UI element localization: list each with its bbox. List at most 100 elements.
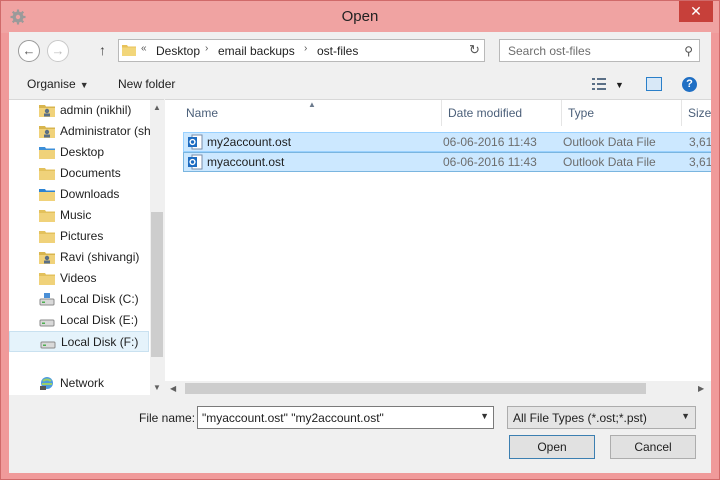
open-button[interactable]: Open: [509, 435, 595, 459]
organise-label: Organise: [27, 77, 76, 91]
file-name-value: "myaccount.ost" "my2account.ost": [202, 411, 384, 425]
drive-icon: [40, 335, 56, 350]
pictures-folder-icon: [39, 229, 55, 244]
breadcrumb-desktop[interactable]: Desktop: [156, 44, 200, 58]
refresh-icon[interactable]: ↻: [469, 42, 480, 58]
drive-icon: [39, 313, 55, 328]
view-options-icon[interactable]: [592, 78, 606, 90]
navigation-pane: Network Local Disk (F:) Local Disk (E:) Loc…: [9, 99, 164, 395]
title-bar[interactable]: Open ✕: [1, 1, 719, 33]
chevron-down-icon: ▼: [79, 80, 89, 90]
documents-folder-icon: [39, 166, 55, 181]
scrollbar-thumb[interactable]: [185, 383, 646, 394]
search-input[interactable]: Search ost-files ⚲: [499, 39, 700, 62]
user-folder-icon: [39, 103, 55, 118]
folder-icon: [122, 45, 136, 56]
file-name: my2account.ost: [207, 135, 292, 149]
desktop-folder-icon: [39, 145, 55, 160]
sidebar-item[interactable]: Desktop: [9, 142, 149, 163]
scroll-down-icon[interactable]: ▼: [153, 383, 161, 392]
sidebar-item[interactable]: Pictures: [9, 226, 149, 247]
organise-button[interactable]: Organise ▼: [27, 77, 89, 91]
sidebar-item-label: Downloads: [60, 187, 120, 201]
sidebar-item-label: Network: [60, 376, 105, 390]
videos-folder-icon: [39, 271, 55, 286]
user-folder-icon: [39, 250, 55, 265]
cancel-button[interactable]: Cancel: [610, 435, 696, 459]
chevron-down-icon: ▼: [681, 411, 690, 421]
sidebar-item-label: Local Disk (F:): [61, 335, 139, 349]
scroll-up-icon[interactable]: ▲: [153, 103, 161, 112]
search-icon[interactable]: ⚲: [684, 44, 693, 58]
back-button[interactable]: ←: [18, 40, 40, 62]
sort-ascending-icon: ▲: [308, 100, 316, 109]
sidebar-item-label: Local Disk (E:): [60, 313, 139, 327]
file-type-select[interactable]: All File Types (*.ost;*.pst) ▼: [507, 406, 696, 429]
sidebar-item-label: Videos: [60, 271, 97, 285]
search-placeholder: Search ost-files: [508, 44, 591, 58]
breadcrumb-ost-files[interactable]: ost-files: [317, 44, 358, 58]
breadcrumb-overflow[interactable]: «: [141, 43, 147, 54]
sidebar-item[interactable]: Local Disk (C:): [9, 289, 149, 310]
sidebar-item-label: Music: [60, 208, 92, 222]
scroll-left-icon[interactable]: ◀: [170, 384, 176, 393]
dialog-body: ← → ↑ « Desktop › email backups › ost-fi…: [9, 32, 711, 473]
file-date: 06-06-2016 11:43: [443, 135, 537, 149]
sidebar-item-label: Administrator (sh: [60, 124, 151, 138]
open-dialog: Open ✕ ← → ↑ « Desktop › email backups ›…: [0, 0, 720, 480]
sidebar-item-label: Local Disk (C:): [60, 292, 139, 306]
file-name-input[interactable]: "myaccount.ost" "my2account.ost" ▼: [197, 406, 494, 429]
network-icon: [39, 376, 55, 391]
new-folder-button[interactable]: New folder: [118, 77, 175, 91]
scrollbar-thumb[interactable]: [151, 212, 163, 357]
view-dropdown-icon[interactable]: ▼: [615, 80, 624, 90]
chevron-down-icon[interactable]: ▼: [480, 411, 489, 421]
close-button[interactable]: ✕: [679, 1, 713, 22]
window-title: Open: [341, 8, 379, 25]
help-icon[interactable]: ?: [682, 77, 697, 92]
horizontal-scrollbar[interactable]: ◀ ▶: [165, 381, 711, 395]
sidebar-item-label: Pictures: [60, 229, 104, 243]
scroll-right-icon[interactable]: ▶: [698, 384, 704, 393]
sidebar-item[interactable]: Documents: [9, 163, 149, 184]
sidebar-item[interactable]: Ravi (shivangi): [9, 247, 149, 268]
sidebar-item-label: Documents: [60, 166, 121, 180]
toolbar: Organise ▼ New folder ▼ ?: [9, 70, 711, 100]
column-header-size[interactable]: Size: [682, 100, 711, 126]
file-type-value: All File Types (*.ost;*.pst): [513, 411, 647, 425]
sidebar-item[interactable]: Downloads: [9, 184, 149, 205]
file-date: 06-06-2016 11:43: [443, 155, 537, 169]
sidebar-item[interactable]: Music: [9, 205, 149, 226]
breadcrumb-separator[interactable]: ›: [304, 43, 307, 54]
sidebar-item[interactable]: Videos: [9, 268, 149, 289]
sidebar-item[interactable]: Network: [9, 373, 149, 394]
file-list: Name ▲ Date modified Type Size my2accoun…: [165, 99, 711, 395]
downloads-folder-icon: [39, 187, 55, 202]
sidebar-item-label: admin (nikhil): [60, 103, 132, 117]
address-bar[interactable]: « Desktop › email backups › ost-files ↻: [118, 39, 485, 62]
file-size: 3,61: [689, 155, 711, 169]
user-folder-icon: [39, 124, 55, 139]
column-header-type[interactable]: Type: [562, 100, 682, 126]
preview-pane-icon[interactable]: [646, 77, 662, 91]
file-size: 3,61: [689, 135, 711, 149]
sidebar-item-label: Ravi (shivangi): [60, 250, 140, 264]
breadcrumb-separator[interactable]: ›: [205, 43, 208, 54]
file-name-label: File name:: [139, 411, 196, 425]
forward-button[interactable]: →: [47, 40, 69, 62]
file-name: myaccount.ost: [207, 155, 285, 169]
windows-drive-icon: [39, 292, 55, 307]
sidebar-item[interactable]: Administrator (sh: [9, 121, 151, 142]
breadcrumb-email-backups[interactable]: email backups: [218, 44, 295, 58]
nav-scrollbar[interactable]: ▲ ▼: [150, 100, 164, 395]
file-type: Outlook Data File: [563, 135, 656, 149]
column-header-date-modified[interactable]: Date modified: [442, 100, 562, 126]
sidebar-item[interactable]: Local Disk (F:): [9, 331, 149, 352]
sidebar-item[interactable]: Local Disk (E:): [9, 310, 149, 331]
music-folder-icon: [39, 208, 55, 223]
table-row[interactable]: myaccount.ost 06-06-2016 11:43 Outlook D…: [183, 152, 711, 172]
sidebar-item[interactable]: admin (nikhil): [9, 100, 149, 121]
up-button[interactable]: ↑: [99, 42, 106, 58]
sidebar-item-label: Desktop: [60, 145, 105, 159]
table-row[interactable]: my2account.ost 06-06-2016 11:43 Outlook …: [183, 132, 711, 152]
